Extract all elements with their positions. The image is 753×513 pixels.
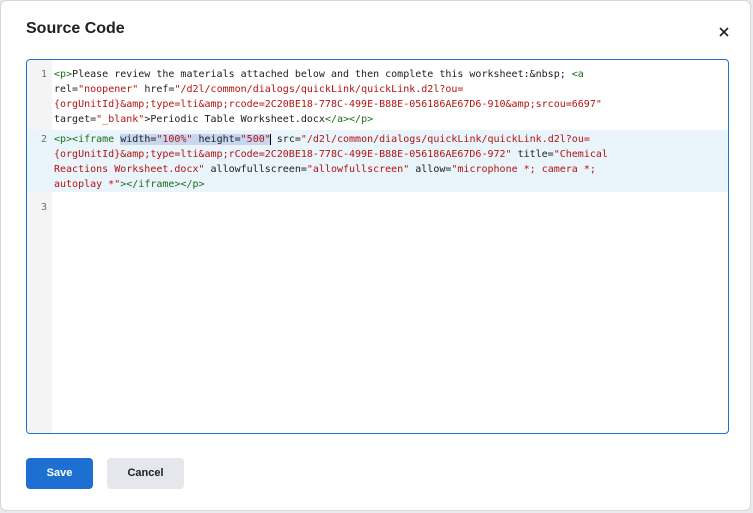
line-number: 1 bbox=[40, 69, 47, 80]
code-text[interactable]: <p><iframe width="100%" height="500" src… bbox=[54, 132, 722, 192]
code-token: title= bbox=[511, 149, 554, 160]
code-token: "microphone *; camera *; bbox=[451, 164, 596, 175]
code-token: {orgUnitId}&amp;type=lti&amp;rCode=2C20B… bbox=[54, 149, 512, 160]
code-token: <a bbox=[571, 69, 584, 80]
code-token: "noopener" bbox=[78, 84, 139, 95]
dialog-title: Source Code bbox=[26, 20, 125, 37]
code-token: height= bbox=[192, 134, 241, 145]
close-icon[interactable] bbox=[713, 21, 735, 43]
line-number: 2 bbox=[40, 134, 47, 145]
code-token: <p> bbox=[54, 69, 73, 80]
code-token: "/d2l/common/dialogs/quickLink/quickLink… bbox=[300, 134, 590, 145]
code-token: width= bbox=[120, 134, 157, 145]
code-token: </a></p> bbox=[324, 114, 374, 125]
code-token: allowfullscreen= bbox=[204, 164, 307, 175]
code-token: {orgUnitId}&amp;type=lti&amp;rcode=2C20B… bbox=[54, 99, 602, 110]
code-editor[interactable]: 1 <p>Please review the materials attache… bbox=[26, 59, 729, 434]
code-line-1[interactable]: 1 <p>Please review the materials attache… bbox=[27, 67, 728, 127]
code-text[interactable]: <p>Please review the materials attached … bbox=[54, 67, 722, 127]
code-token: "Chemical bbox=[553, 149, 608, 160]
code-token: target= bbox=[54, 114, 97, 125]
code-token: ></iframe></p> bbox=[120, 179, 205, 190]
code-token: rel= bbox=[54, 84, 79, 95]
code-token: "/d2l/common/dialogs/quickLink/quickLink… bbox=[174, 84, 464, 95]
code-token: Please review the materials attached bel… bbox=[72, 69, 572, 80]
cancel-button[interactable]: Cancel bbox=[107, 458, 184, 489]
code-token: src= bbox=[270, 134, 301, 145]
code-token: "allowfullscreen" bbox=[306, 164, 410, 175]
code-token: "500" bbox=[240, 134, 271, 145]
code-line-2[interactable]: 2 <p><iframe width="100%" height="500" s… bbox=[27, 130, 728, 192]
code-line-3[interactable]: 3 bbox=[27, 200, 728, 215]
code-token: <p><iframe bbox=[54, 134, 121, 145]
code-token: "100%" bbox=[156, 134, 193, 145]
code-token: autoplay *" bbox=[54, 179, 121, 190]
text-selection[interactable]: width="100%" height="500" bbox=[120, 134, 271, 145]
line-number: 3 bbox=[40, 202, 47, 213]
save-button[interactable]: Save bbox=[26, 458, 93, 489]
code-token: Reactions Worksheet.docx" bbox=[54, 164, 205, 175]
code-token: "_blank" bbox=[96, 114, 145, 125]
code-token: allow= bbox=[409, 164, 452, 175]
code-token: href= bbox=[138, 84, 175, 95]
source-code-dialog: Source Code 1 <p>Please review the mater… bbox=[0, 0, 751, 511]
code-token: >Periodic Table Worksheet.docx bbox=[144, 114, 325, 125]
